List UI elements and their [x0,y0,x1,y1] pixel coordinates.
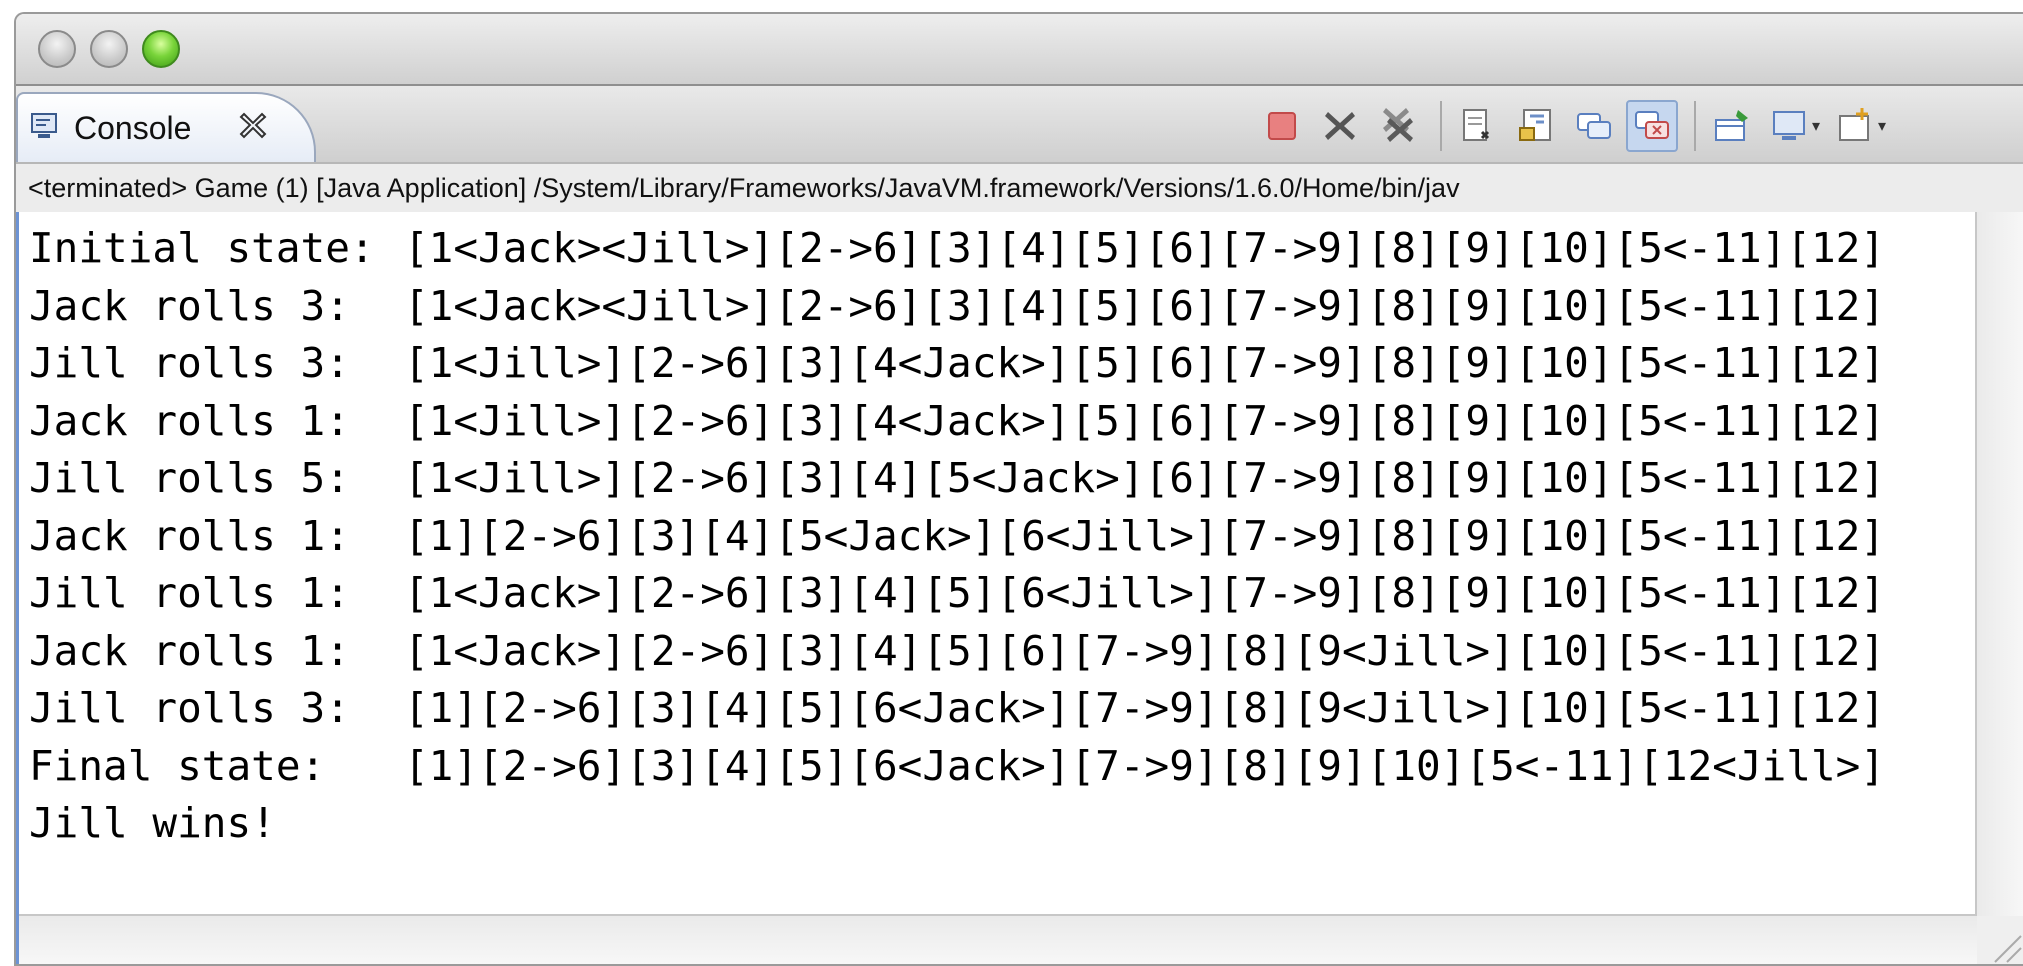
console-line-state: [1<Jill>][2->6][3][4<Jack>][5][6][7->9][… [404,396,1886,445]
open-console-button[interactable] [1830,100,1882,152]
console-line-label: Jack rolls 1: [29,396,350,445]
console-line: Jack rolls 3: [1<Jack><Jill>][2->6][3][4]… [29,278,1885,336]
console-line: Jack rolls 1: [1][2->6][3][4][5<Jack>][6<… [29,508,1885,566]
show-on-stderr-icon [1635,111,1669,139]
console-line: Jill wins! [29,795,1885,853]
console-icon [31,113,57,138]
minimize-window-button[interactable] [90,30,128,68]
console-line: Initial state: [1<Jack><Jill>][2->6][3][4… [29,220,1885,278]
console-line-state: [1<Jack>][2->6][3][4][5][6<Jill>][7->9][… [404,569,1886,617]
resize-grip[interactable] [1977,916,2023,964]
zoom-window-button[interactable] [142,30,180,68]
launch-status-bar: <terminated> Game (1) [Java Application]… [16,162,2023,214]
console-line-state: [1<Jack>][2->6][3][4][5][6][7->9][8][9<J… [404,626,1886,675]
console-line-label: Initial state: [29,224,375,272]
display-selected-console-dropdown-icon[interactable]: ▾ [1812,116,1820,136]
terminate-icon [1268,112,1296,140]
console-line-label: Jill rolls 3: [29,684,350,732]
console-line: Final state: [1][2->6][3][4][5][6<Jack>][… [29,738,1885,796]
horizontal-scrollbar[interactable] [19,914,1977,964]
clear-console-icon [1463,109,1490,141]
tab-console[interactable]: Console [16,92,316,162]
console-line: Jill rolls 1: [1<Jack>][2->6][3][4][5][6<… [29,565,1885,623]
scroll-lock-icon [1519,109,1551,141]
console-line-label: Jack rolls 3: [29,281,350,330]
console-line-label: Jack rolls 1: [29,511,350,560]
console-line-state: [1][2->6][3][4][5][6<Jack>][7->9][8][9<J… [404,684,1886,732]
vertical-scrollbar[interactable] [1975,212,2023,916]
open-console-icon [1839,108,1870,141]
show-on-stdout-icon [1577,113,1611,139]
tab-console-label: Console [74,110,192,146]
console-output-area[interactable]: Initial state: [1<Jack><Jill>][2->6][3][4… [16,212,2023,964]
console-line-state: [1<Jill>][2->6][3][4<Jack>][5][6][7->9][… [404,339,1886,387]
scroll-lock-button[interactable] [1510,100,1562,152]
open-console-dropdown-icon[interactable]: ▾ [1878,116,1886,136]
remove-all-terminated-icon [1383,108,1413,142]
terminate-button[interactable] [1256,100,1308,152]
console-line-label: Final state: [29,741,326,790]
display-selected-console-icon [1773,111,1805,140]
console-line: Jill rolls 5: [1<Jill>][2->6][3][4][5<Jac… [29,450,1885,508]
console-line-label: Jill rolls 5: [29,454,350,502]
console-line-state: [1][2->6][3][4][5][6<Jack>][7->9][8][9][… [404,741,1886,790]
close-tab-icon[interactable] [238,110,268,140]
console-line: Jill rolls 3: [1][2->6][3][4][5][6<Jack>]… [29,680,1885,738]
console-line-label: Jill rolls 1: [29,569,350,617]
resize-grip-icon [1994,935,2022,963]
toolbar-separator [1440,101,1442,151]
display-selected-console-button[interactable] [1764,100,1816,152]
pin-console-icon [1715,110,1748,141]
console-line-state: [1][2->6][3][4][5<Jack>][6<Jill>][7->9][… [404,511,1886,560]
toolbar-separator [1694,101,1696,151]
console-line: Jack rolls 1: [1<Jack>][2->6][3][4][5][6]… [29,623,1885,681]
show-on-stderr-button[interactable] [1626,100,1678,152]
close-window-button[interactable] [38,30,76,68]
console-lines: Initial state: [1<Jack><Jill>][2->6][3][4… [29,220,1885,853]
console-window: Console ▾ ▾ <terminated> Game (1) [Java … [14,12,2023,966]
launch-status-text: <terminated> Game (1) [Java Application]… [28,173,1460,203]
console-line-label: Jill rolls 3: [29,339,350,387]
remove-launch-button[interactable] [1314,100,1366,152]
show-on-stdout-button[interactable] [1568,100,1620,152]
console-line: Jack rolls 1: [1<Jill>][2->6][3][4<Jack>]… [29,393,1885,451]
remove-all-terminated-button[interactable] [1372,100,1424,152]
console-toolbar: ▾ ▾ [1256,98,1896,154]
pin-console-button[interactable] [1706,100,1758,152]
remove-launch-icon [1325,112,1355,140]
console-line: Jill rolls 3: [1<Jill>][2->6][3][4<Jack>]… [29,335,1885,393]
clear-console-button[interactable] [1452,100,1504,152]
console-line-state: [1<Jack><Jill>][2->6][3][4][5][6][7->9][… [404,281,1886,330]
console-line-state: [1<Jill>][2->6][3][4][5<Jack>][6][7->9][… [404,454,1886,502]
window-titlebar [16,14,2023,86]
console-line-label: Jill wins! [29,799,276,847]
view-tab-bar: Console ▾ ▾ [16,86,2023,162]
console-line-state: [1<Jack><Jill>][2->6][3][4][5][6][7->9][… [404,224,1886,272]
console-line-label: Jack rolls 1: [29,626,350,675]
